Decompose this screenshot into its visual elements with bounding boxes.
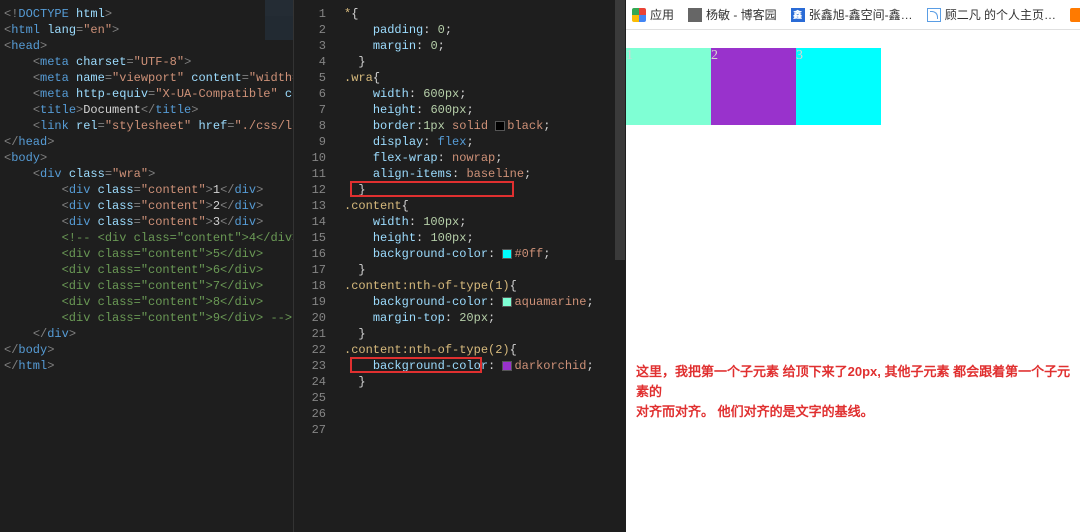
line-gutter: 1234567891011121314151617181920212223242… bbox=[294, 0, 336, 532]
scrollbar-vertical[interactable] bbox=[614, 0, 626, 532]
bookmark-label: 顾二凡 的个人主页… bbox=[945, 6, 1056, 23]
css-editor-pane[interactable]: 1234567891011121314151617181920212223242… bbox=[293, 0, 626, 532]
preview-canvas: 1 2 3 bbox=[626, 30, 1080, 125]
apps-icon bbox=[632, 8, 646, 22]
flex-container-wra: 1 2 3 bbox=[626, 48, 1080, 125]
annotation-text: 这里，我把第一个子元素 给顶下来了20px, 其他子元素 都会跟着第一个子元素的… bbox=[636, 362, 1080, 422]
bookmark-4[interactable]: 腾 bbox=[1070, 6, 1080, 23]
content-box-1: 1 bbox=[626, 48, 711, 125]
css-code[interactable]: *{ padding: 0; margin: 0; }.wra{ width: … bbox=[336, 0, 626, 532]
minimap[interactable] bbox=[265, 0, 293, 40]
favicon-icon bbox=[688, 8, 702, 22]
bookmark-2[interactable]: 鑫 张鑫旭-鑫空间-鑫… bbox=[791, 6, 913, 23]
annotation-line1: 这里，我把第一个子元素 给顶下来了20px, 其他子元素 都会跟着第一个子元素的 bbox=[636, 362, 1080, 402]
bookmarks-bar[interactable]: 应用 杨敏 - 博客园 鑫 张鑫旭-鑫空间-鑫… 顾二凡 的个人主页… 腾 bbox=[626, 0, 1080, 30]
content-box-2: 2 bbox=[711, 48, 796, 125]
apps-label: 应用 bbox=[650, 6, 674, 23]
scrollbar-thumb[interactable] bbox=[615, 0, 625, 260]
favicon-icon bbox=[927, 8, 941, 22]
bookmark-3[interactable]: 顾二凡 的个人主页… bbox=[927, 6, 1056, 23]
annotation-line2: 对齐而对齐。 他们对齐的是文字的基线。 bbox=[636, 402, 1080, 422]
html-code[interactable]: <!DOCTYPE html><html lang="en"><head> <m… bbox=[0, 0, 293, 380]
bookmark-label: 杨敏 - 博客园 bbox=[706, 6, 777, 23]
browser-preview-pane: 应用 杨敏 - 博客园 鑫 张鑫旭-鑫空间-鑫… 顾二凡 的个人主页… 腾 1 … bbox=[626, 0, 1080, 532]
bookmark-1[interactable]: 杨敏 - 博客园 bbox=[688, 6, 777, 23]
content-box-3: 3 bbox=[796, 48, 881, 125]
favicon-icon: 鑫 bbox=[791, 8, 805, 22]
html-editor-pane[interactable]: <!DOCTYPE html><html lang="en"><head> <m… bbox=[0, 0, 293, 532]
favicon-icon bbox=[1070, 8, 1080, 22]
apps-button[interactable]: 应用 bbox=[632, 6, 674, 23]
bookmark-label: 张鑫旭-鑫空间-鑫… bbox=[809, 6, 913, 23]
